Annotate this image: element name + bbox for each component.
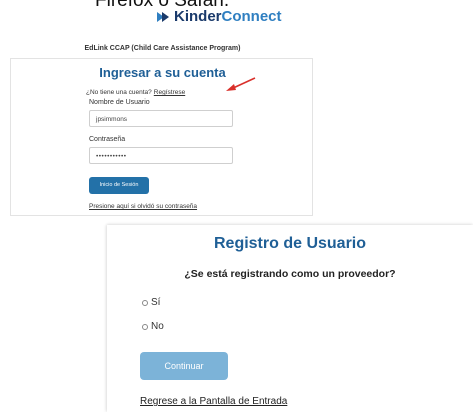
login-title: Ingresar a su cuenta bbox=[99, 65, 226, 80]
logo-arrows-icon bbox=[157, 11, 169, 22]
registration-title: Registro de Usuario bbox=[213, 235, 367, 252]
username-label: Nombre de Usuario bbox=[89, 99, 150, 106]
username-field[interactable]: jpsimmons bbox=[89, 110, 233, 127]
no-account-text: ¿No tiene una cuenta? bbox=[86, 89, 152, 96]
radio-no[interactable] bbox=[142, 323, 148, 330]
option-no-row[interactable]: No bbox=[142, 321, 164, 332]
option-no-label: No bbox=[151, 321, 164, 332]
password-label: Contraseña bbox=[89, 136, 126, 143]
login-button[interactable]: Inicio de Sesión bbox=[89, 177, 149, 194]
radio-si[interactable] bbox=[142, 299, 148, 306]
logo-kinder: Kinder bbox=[174, 8, 222, 25]
annotation-arrow-icon bbox=[226, 77, 256, 91]
forgot-password-link[interactable]: Presione aquí si olvidó su contraseña bbox=[89, 203, 197, 210]
kinderconnect-logo: KinderConnect bbox=[155, 8, 282, 25]
program-name: EdLink CCAP (Child Care Assistance Progr… bbox=[84, 45, 241, 52]
back-to-login-link[interactable]: Regrese a la Pantalla de Entrada bbox=[140, 396, 287, 407]
continue-button[interactable]: Continuar bbox=[140, 352, 228, 380]
registration-card: Registro de Usuario ¿Se está registrando… bbox=[107, 225, 473, 412]
provider-question: ¿Se está registrando como un proveedor? bbox=[184, 268, 396, 280]
option-si-row[interactable]: Sí bbox=[142, 297, 160, 308]
no-account-row: ¿No tiene una cuenta? Regístrese bbox=[86, 89, 185, 96]
login-card: Ingresar a su cuenta ¿No tiene una cuent… bbox=[10, 58, 313, 216]
option-si-label: Sí bbox=[151, 297, 161, 308]
logo-text: KinderConnect bbox=[174, 8, 282, 25]
password-field[interactable]: ••••••••••• bbox=[89, 147, 233, 164]
register-link[interactable]: Regístrese bbox=[154, 89, 185, 96]
logo-connect: Connect bbox=[221, 8, 282, 25]
